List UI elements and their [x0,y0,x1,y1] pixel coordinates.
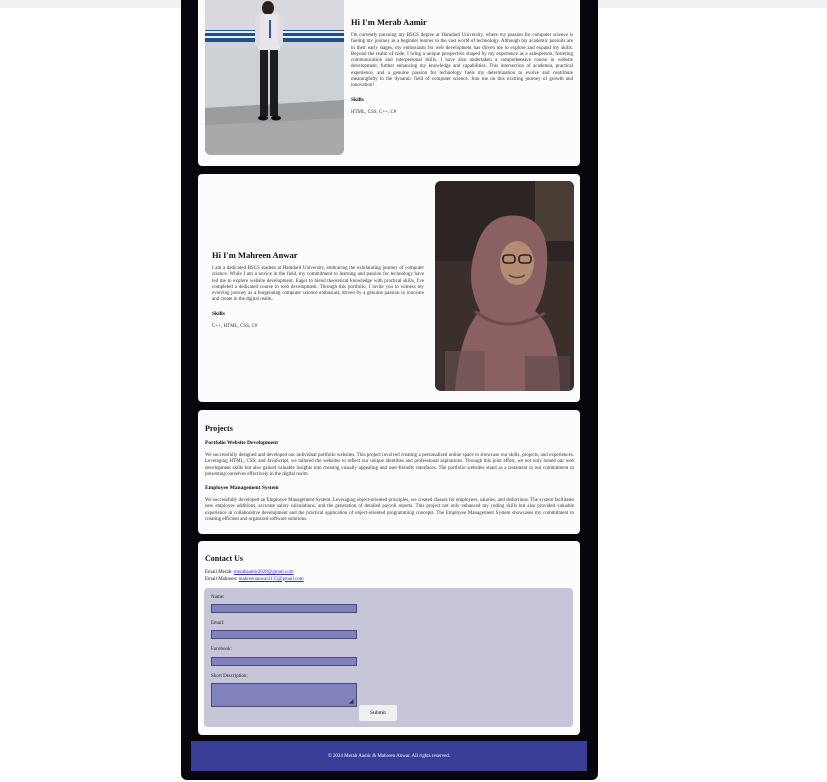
project-desc-portfolio: We successfully designed and developed o… [205,453,574,477]
merab-skills-heading: Skills [351,96,364,103]
name-label: Name: [211,595,225,600]
merab-bio: I'm currently pursuing my BSCS degree at… [351,33,573,89]
merab-heading: Hi I'm Merab Aamir [351,17,427,27]
project-title-ems: Employee Management System [205,485,279,492]
mahreen-skills-heading: Skills [212,310,225,317]
about-merab-card: Hi I'm Merab Aamir I'm currently pursuin… [198,0,580,166]
name-input[interactable] [211,604,357,613]
projects-heading: Projects [205,424,233,433]
mahreen-skills: C++, HTML, CSS, C# [212,323,258,329]
mahreen-heading: Hi I'm Mahreen Anwar [212,250,298,260]
facebook-input[interactable] [211,657,357,666]
facebook-label: Facebook: [211,647,232,652]
contact-card: Contact Us Email Merab: merabaamir2828@g… [198,541,580,735]
contact-merab-label: Email Merab: [205,570,233,575]
footer-copyright: © 2024 Merab Aamir & Mahreen Anwar. All … [327,753,451,759]
contact-heading: Contact Us [205,554,243,563]
email-label: Email: [211,621,225,626]
footer: © 2024 Merab Aamir & Mahreen Anwar. All … [191,741,587,771]
resize-grip-icon[interactable]: ◢ [349,699,355,705]
contact-mahreen-label: Email Mahreen: [205,576,238,582]
description-label: Short Description: [211,674,248,679]
contact-merab-email-link[interactable]: merabaamir2828@gmail.com [234,570,294,575]
email-input[interactable] [211,630,357,639]
page-frame: Hi I'm Merab Aamir I'm currently pursuin… [181,0,598,780]
contact-form: Name: Email: Facebook: Short Description… [204,588,573,727]
merab-photo [205,0,344,155]
about-mahreen-card: Hi I'm Mahreen Anwar I am a dedicated BS… [198,174,580,402]
merab-skills: HTML, CSS, C++, C# [351,109,397,115]
contact-mahreen-email-link[interactable]: mahreenanwar2115@gmail.com [239,577,304,582]
submit-button[interactable]: Submit [359,705,397,721]
person-photo-standing-icon [205,0,344,155]
description-textarea[interactable]: ◢ [211,683,357,707]
mahreen-photo [435,181,574,391]
person-photo-hijab-icon [435,181,574,391]
project-desc-ems: We successfully developed an Employee Ma… [205,498,574,523]
mahreen-bio: I am a dedicated BSCS student at Hamdard… [212,266,424,303]
contact-mahreen-line: Email Mahreen: mahreenanwar2115@gmail.co… [205,577,304,584]
projects-card: Projects Portfolio Website Development W… [198,410,580,534]
project-title-portfolio: Portfolio Website Development [205,440,278,446]
